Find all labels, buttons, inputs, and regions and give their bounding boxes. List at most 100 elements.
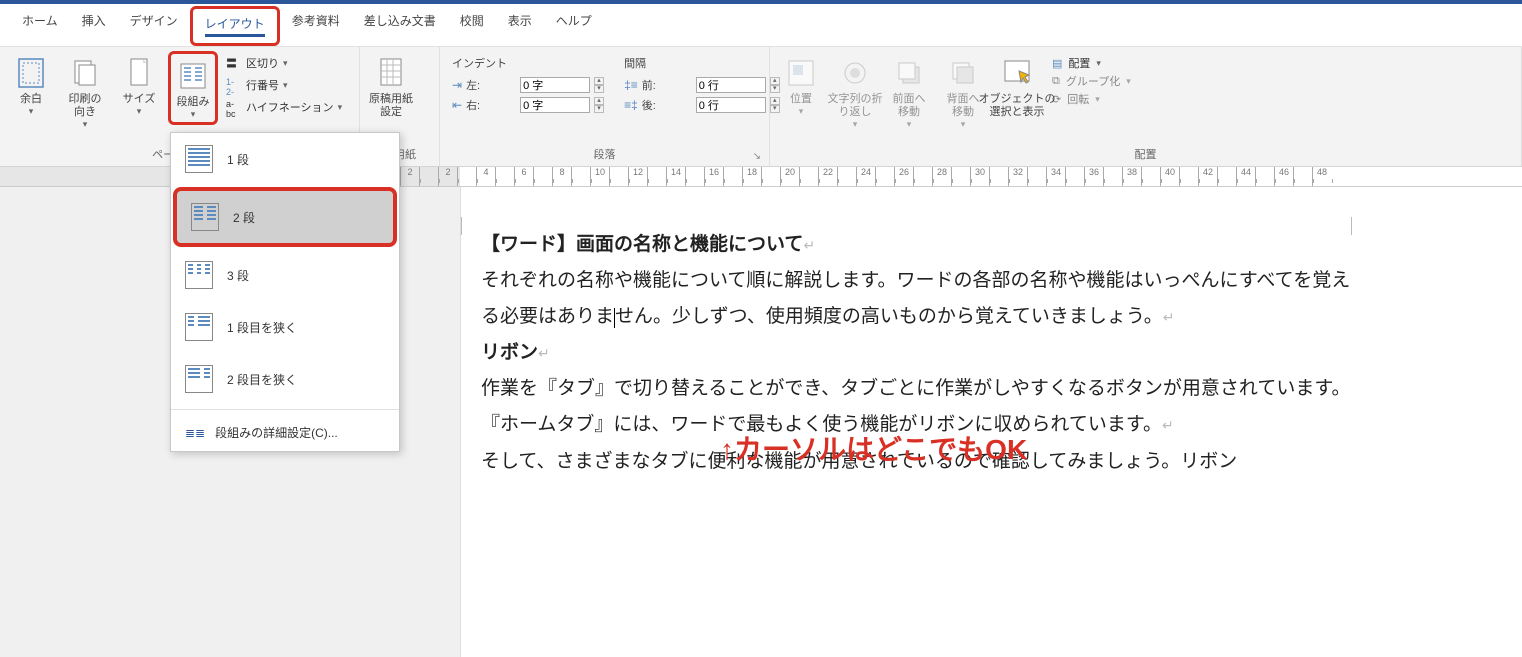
indent-header: インデント: [452, 55, 604, 71]
orientation-icon: [69, 57, 101, 89]
wrap-icon: [839, 57, 871, 89]
orientation-button[interactable]: 印刷の 向き▾: [60, 51, 110, 132]
ruler-tick: [875, 167, 894, 186]
tab-review[interactable]: 校閲: [448, 6, 496, 46]
ruler-tick: 40: [1160, 167, 1179, 186]
indent-left-input[interactable]: [520, 77, 590, 93]
align-button[interactable]: ▤配置 ▾: [1052, 55, 1131, 71]
backward-icon: [947, 57, 979, 89]
ruler-tick: [571, 167, 590, 186]
rotate-button[interactable]: ⟳回転 ▾: [1052, 91, 1131, 107]
doc-heading-1: 【ワード】画面の名称と機能について: [481, 234, 803, 255]
group-button[interactable]: ⧉グループ化 ▾: [1052, 73, 1131, 89]
size-button[interactable]: サイズ▾: [114, 51, 164, 119]
tab-home[interactable]: ホーム: [10, 6, 70, 46]
ruler-tick: [1141, 167, 1160, 186]
send-backward-button[interactable]: 背面へ 移動▾: [938, 51, 988, 132]
ruler-tick: 8: [552, 167, 571, 186]
ruler-tick: 32: [1008, 167, 1027, 186]
doc-heading-2: リボン: [481, 342, 538, 363]
indent-left-spinner[interactable]: ▴▾: [594, 77, 604, 93]
columns-three[interactable]: 3 段: [171, 249, 399, 301]
wrap-button[interactable]: 文字列の折 り返し▾: [830, 51, 880, 132]
paragraph-mark: ↵: [803, 239, 815, 254]
position-button[interactable]: 位置▾: [776, 51, 826, 119]
ruler-tick: 14: [666, 167, 685, 186]
selection-pane-button[interactable]: オブジェクトの 選択と表示: [992, 51, 1042, 121]
ruler-tick: [723, 167, 742, 186]
ruler-tick: 4: [476, 167, 495, 186]
indent-right-icon: ⇤: [452, 98, 462, 112]
ruler-tick: 20: [780, 167, 799, 186]
indent-left-label: 左:: [466, 77, 516, 93]
hyphenation-button[interactable]: a-bcハイフネーション ▾: [222, 97, 346, 117]
tab-references[interactable]: 参考資料: [280, 6, 352, 46]
columns-narrow-right[interactable]: 2 段目を狭く: [171, 353, 399, 405]
line-numbers-icon: 1-2-: [226, 77, 242, 93]
ruler-tick: 46: [1274, 167, 1293, 186]
breaks-icon: 〓: [226, 55, 242, 71]
tab-view[interactable]: 表示: [496, 6, 544, 46]
tab-design[interactable]: デザイン: [118, 6, 190, 46]
ruler-tick: 2: [438, 167, 457, 186]
margins-button[interactable]: 余白▾: [6, 51, 56, 119]
arrange-group-label: 配置: [776, 144, 1515, 164]
ruler-tick: [495, 167, 514, 186]
ruler-tick: 48: [1312, 167, 1331, 186]
tab-help[interactable]: ヘルプ: [544, 6, 604, 46]
tab-layout[interactable]: レイアウト: [190, 6, 280, 46]
indent-left-icon: ⇥: [452, 78, 462, 92]
spacing-header: 間隔: [624, 55, 780, 71]
ruler-tick: 44: [1236, 167, 1255, 186]
ruler-tick: [837, 167, 856, 186]
columns-more[interactable]: ≣≣ 段組みの詳細設定(C)...: [171, 414, 399, 451]
manuscript-icon: [375, 57, 407, 89]
columns-narrow-right-icon: [185, 365, 213, 393]
ruler-tick: [647, 167, 666, 186]
columns-button[interactable]: 段組み▾: [168, 51, 218, 125]
spacing-after-input[interactable]: [696, 97, 766, 113]
group-icon: ⧉: [1052, 75, 1060, 88]
indent-right-label: 右:: [466, 97, 516, 113]
manuscript-button[interactable]: 原稿用紙 設定: [366, 51, 416, 121]
ruler-tick: [533, 167, 552, 186]
spacing-before-label: 前:: [642, 77, 692, 93]
ruler-tick: 6: [514, 167, 533, 186]
columns-narrow-left-icon: [185, 313, 213, 341]
line-numbers-button[interactable]: 1-2-行番号 ▾: [222, 75, 346, 95]
ruler-tick: [1255, 167, 1274, 186]
ruler-tick: [457, 167, 476, 186]
ruler-tick: [1065, 167, 1084, 186]
indent-right-input[interactable]: [520, 97, 590, 113]
columns-one[interactable]: 1 段: [171, 133, 399, 185]
ruler-tick: 24: [856, 167, 875, 186]
ruler-tick: 12: [628, 167, 647, 186]
breaks-button[interactable]: 〓区切り ▾: [222, 53, 346, 73]
bring-forward-button[interactable]: 前面へ 移動▾: [884, 51, 934, 132]
document-page[interactable]: 【ワード】画面の名称と機能について↵ それぞれの名称や機能について順に解説します…: [460, 187, 1522, 657]
tab-insert[interactable]: 挿入: [70, 6, 118, 46]
paragraph-launcher[interactable]: ↘: [753, 151, 761, 162]
margins-icon: [15, 57, 47, 89]
columns-icon: [177, 60, 209, 92]
columns-narrow-left[interactable]: 1 段目を狭く: [171, 301, 399, 353]
columns-two-icon: [191, 203, 219, 231]
align-icon: ▤: [1052, 57, 1062, 70]
ruler-tick: [1293, 167, 1312, 186]
ruler-tick: 34: [1046, 167, 1065, 186]
spacing-before-input[interactable]: [696, 77, 766, 93]
columns-two[interactable]: 2 段: [173, 187, 397, 247]
hyphenation-icon: a-bc: [226, 99, 242, 115]
ruler-tick: [761, 167, 780, 186]
columns-three-icon: [185, 261, 213, 289]
selection-icon: [1001, 57, 1033, 89]
ruler-tick: 28: [932, 167, 951, 186]
tab-mailings[interactable]: 差し込み文書: [352, 6, 448, 46]
ruler-tick: 22: [818, 167, 837, 186]
spacing-after-icon: ≡‡: [624, 98, 638, 112]
spacing-before-icon: ‡≡: [624, 78, 638, 92]
ruler-tick: [1103, 167, 1122, 186]
ruler-tick: [913, 167, 932, 186]
indent-right-spinner[interactable]: ▴▾: [594, 97, 604, 113]
ruler-tick: [1179, 167, 1198, 186]
